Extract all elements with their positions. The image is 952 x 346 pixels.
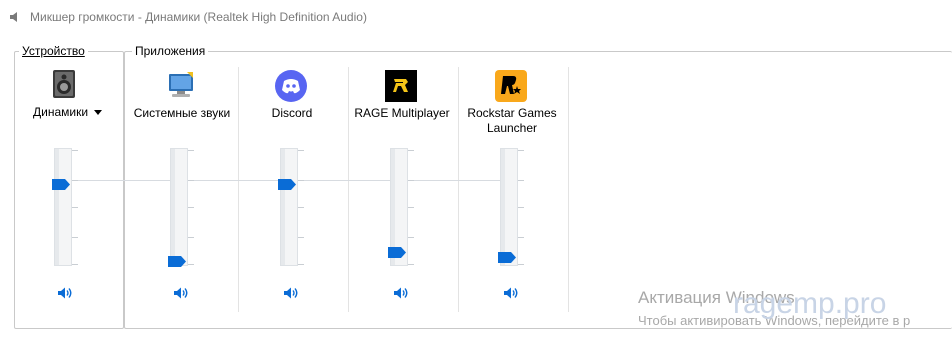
volume-thumb-system-sounds[interactable] <box>168 256 186 267</box>
slider-tick <box>298 237 304 238</box>
slider-tick <box>408 150 414 151</box>
chevron-down-icon <box>94 110 103 115</box>
slider-tick <box>72 180 78 181</box>
app-label-system-sounds: Системные звуки <box>133 106 231 120</box>
volume-slider-rockstar[interactable] <box>500 148 518 266</box>
slider-tick <box>72 237 78 238</box>
site-watermark: ragemp.pro <box>733 287 887 320</box>
window-title: Микшер громкости - Динамики (Realtek Hig… <box>30 10 367 24</box>
app-label-discord: Discord <box>271 106 313 120</box>
volume-thumb-rockstar[interactable] <box>498 252 516 263</box>
device-name: Динамики <box>33 105 89 119</box>
apps-group-label: Приложения <box>132 44 209 58</box>
volume-slider-device[interactable] <box>54 148 72 266</box>
speaker-device-icon[interactable] <box>48 68 80 100</box>
slider-tick <box>408 237 414 238</box>
column-separator <box>458 67 459 312</box>
mute-button-speaker-icon[interactable] <box>173 286 189 300</box>
slider-tick <box>518 150 524 151</box>
title-bar: Микшер громкости - Динамики (Realtek Hig… <box>0 0 952 34</box>
volume-thumb-rage-mp[interactable] <box>388 247 406 258</box>
slider-tick <box>518 237 524 238</box>
column-separator <box>348 67 349 312</box>
speaker-title-icon <box>10 12 17 22</box>
mute-button-speaker-icon[interactable] <box>57 286 73 300</box>
discord-icon[interactable] <box>275 70 307 102</box>
rockstar-icon[interactable] <box>495 70 527 102</box>
slider-tick <box>72 264 78 265</box>
volume-slider-discord[interactable] <box>280 148 298 266</box>
column-separator <box>568 67 569 312</box>
slider-tick <box>298 207 304 208</box>
app-label-rockstar: Rockstar Games Launcher <box>467 106 557 135</box>
slider-tick <box>298 264 304 265</box>
slider-tick <box>408 180 414 181</box>
slider-tick <box>188 264 194 265</box>
slider-tick <box>408 207 414 208</box>
volume-thumb-discord[interactable] <box>278 179 296 190</box>
slider-tick <box>298 150 304 151</box>
slider-tick <box>188 207 194 208</box>
system-sounds-icon[interactable] <box>165 70 197 102</box>
volume-thumb-device[interactable] <box>52 179 70 190</box>
slider-tick <box>298 180 304 181</box>
slider-tick <box>518 180 524 181</box>
column-separator <box>238 67 239 312</box>
slider-tick <box>72 207 78 208</box>
rage-mp-icon[interactable] <box>385 70 417 102</box>
slider-tick <box>518 264 524 265</box>
slider-tick <box>188 150 194 151</box>
volume-slider-system-sounds[interactable] <box>170 148 188 266</box>
slider-tick <box>188 180 194 181</box>
slider-tick <box>408 264 414 265</box>
slider-tick <box>72 150 78 151</box>
device-group-label: Устройство <box>19 44 88 58</box>
mute-button-speaker-icon[interactable] <box>503 286 519 300</box>
app-label-rage-mp: RAGE Multiplayer <box>354 106 450 120</box>
slider-tick <box>518 207 524 208</box>
device-dropdown[interactable]: Динамики <box>33 105 103 119</box>
mute-button-speaker-icon[interactable] <box>283 286 299 300</box>
mute-button-speaker-icon[interactable] <box>393 286 409 300</box>
slider-tick <box>188 237 194 238</box>
